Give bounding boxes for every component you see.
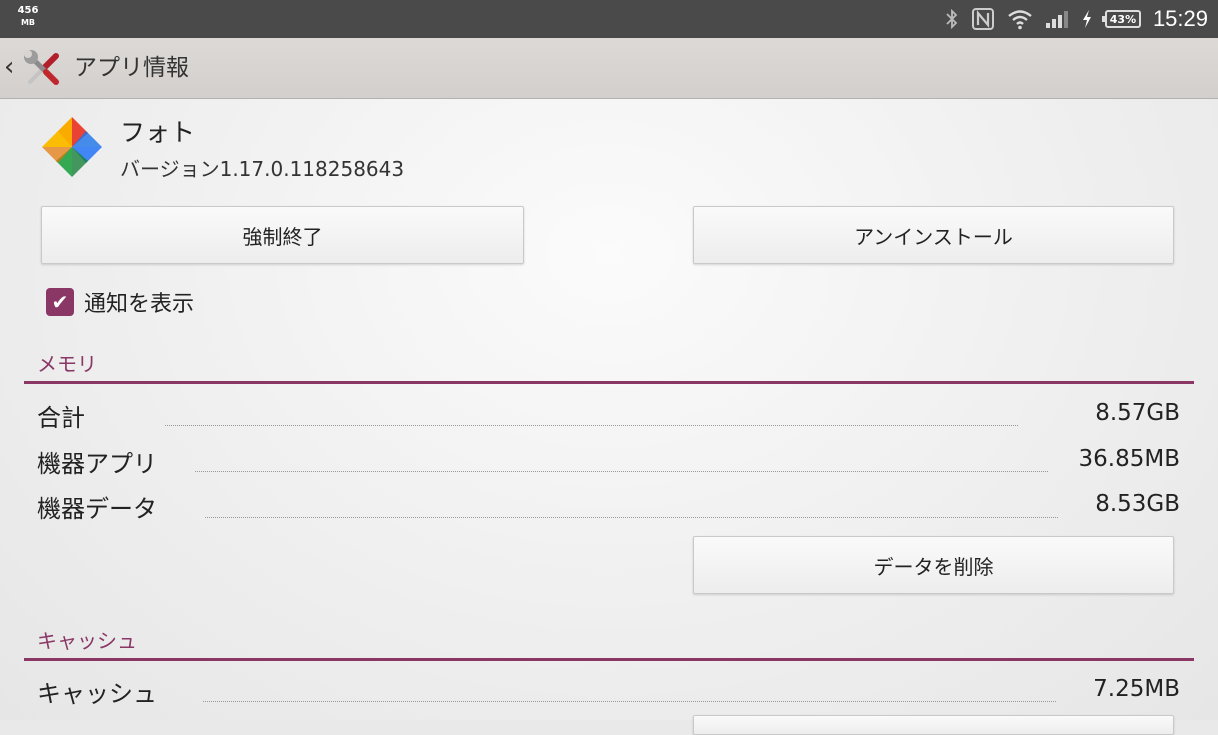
cache-size-label: キャッシュ — [37, 680, 157, 708]
row-leader-dots — [205, 517, 1058, 518]
app-name: フォト — [120, 118, 196, 147]
memory-total-value: 8.57GB — [1095, 400, 1180, 426]
clear-data-button[interactable]: データを削除 — [693, 536, 1174, 594]
status-icons: 43% 15:29 — [945, 0, 1208, 38]
photos-pinwheel-icon — [38, 113, 106, 181]
show-notifications-label: 通知を表示 — [84, 292, 195, 317]
battery-percent: 43% — [1109, 12, 1137, 26]
data-size-label: 機器データ — [37, 495, 157, 523]
bluetooth-icon — [945, 9, 959, 29]
status-bar: 456 MB 43% 15:29 — [0, 0, 1218, 38]
cache-section-divider — [24, 658, 1194, 661]
charging-icon — [1081, 9, 1093, 29]
checkmark-icon: ✔ — [51, 290, 69, 314]
row-leader-dots — [195, 471, 1048, 472]
data-size-value: 8.53GB — [1095, 491, 1180, 517]
memory-total-label: 合計 — [37, 404, 85, 432]
clear-cache-button-partial[interactable] — [693, 715, 1174, 735]
back-chevron-icon[interactable]: ‹ — [4, 51, 14, 83]
show-notifications-row[interactable]: ✔ 通知を表示 — [46, 286, 194, 318]
battery-icon: 43% — [1101, 10, 1141, 28]
wifi-icon — [1007, 8, 1033, 30]
uninstall-button[interactable]: アンインストール — [693, 206, 1174, 264]
cache-section-title: キャッシュ — [37, 629, 137, 653]
show-notifications-checkbox[interactable]: ✔ — [46, 288, 74, 316]
app-info-content: フォト バージョン1.17.0.118258643 強制終了 アンインストール … — [0, 99, 1218, 735]
action-bar: ‹ アプリ情報 — [0, 38, 1218, 99]
memory-section-title: メモリ — [37, 352, 97, 376]
row-leader-dots — [165, 425, 1018, 426]
app-version: バージョン1.17.0.118258643 — [120, 157, 405, 181]
cache-size-value: 7.25MB — [1093, 676, 1180, 702]
nfc-icon — [971, 7, 995, 31]
status-clock: 15:29 — [1152, 6, 1208, 31]
signal-icon — [1045, 9, 1069, 29]
settings-tools-icon[interactable] — [22, 48, 64, 90]
memory-section-divider — [24, 381, 1194, 384]
app-size-label: 機器アプリ — [37, 450, 157, 478]
memory-unit: MB — [20, 18, 36, 27]
memory-value: 456 — [17, 5, 39, 16]
app-size-value: 36.85MB — [1078, 446, 1180, 472]
row-leader-dots — [203, 701, 1056, 702]
page-title: アプリ情報 — [74, 55, 189, 81]
memory-indicator: 456 MB — [16, 6, 40, 30]
force-stop-button[interactable]: 強制終了 — [41, 206, 524, 264]
